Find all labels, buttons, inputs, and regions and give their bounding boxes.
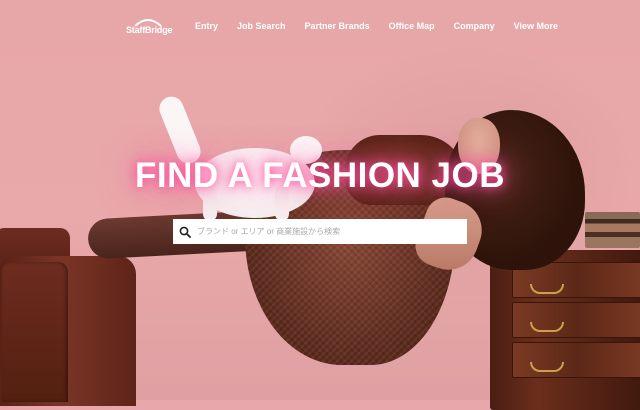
nav-item-partner-brands[interactable]: Partner Brands <box>305 21 370 31</box>
hero-photo <box>0 0 640 410</box>
sofa-cushion <box>2 262 68 402</box>
nav-item-office-map[interactable]: Office Map <box>389 21 435 31</box>
drawer-handle <box>530 362 564 372</box>
hero-headline: FIND A FASHION JOB <box>134 156 506 195</box>
book-stack <box>585 212 640 248</box>
drawer-handle <box>530 284 564 294</box>
dresser-drawer <box>512 302 640 338</box>
nav-item-view-more[interactable]: View More <box>514 21 558 31</box>
nav-item-entry[interactable]: Entry <box>195 21 218 31</box>
drawer-handle <box>530 322 564 332</box>
logo[interactable]: StaffBridge <box>126 18 173 36</box>
nav-item-company[interactable]: Company <box>454 21 495 31</box>
nav-item-job-search[interactable]: Job Search <box>237 21 286 31</box>
dresser-drawer <box>512 342 640 378</box>
search-icon[interactable] <box>179 226 191 238</box>
site-header: StaffBridge Entry Job Search Partner Bra… <box>0 0 640 54</box>
search-input[interactable] <box>197 221 467 242</box>
main-nav: Entry Job Search Partner Brands Office M… <box>195 21 577 31</box>
search-box[interactable] <box>173 219 467 244</box>
logo-text: StaffBridge <box>126 25 173 35</box>
